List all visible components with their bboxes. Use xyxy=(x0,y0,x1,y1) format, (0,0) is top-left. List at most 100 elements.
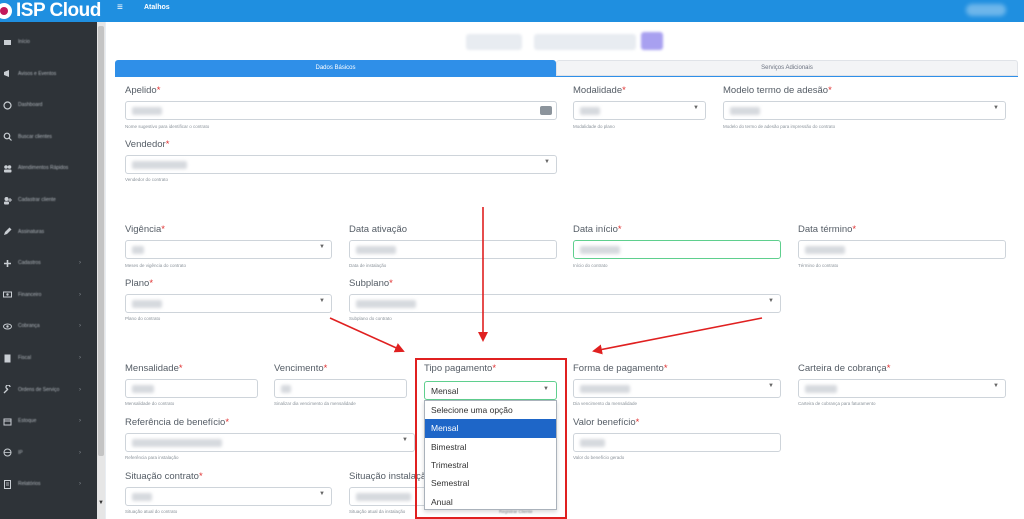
modalidade-select[interactable]: ▼ xyxy=(573,101,706,120)
sidebar-item[interactable]: IP › xyxy=(0,443,97,463)
data-inicio-input[interactable] xyxy=(573,240,781,259)
pencil-icon xyxy=(2,227,12,237)
sidebar-item[interactable]: Cobrança › xyxy=(0,316,97,336)
referencia-beneficio-help: Referência para instalação xyxy=(125,455,179,460)
vigencia-select[interactable]: ▼ xyxy=(125,240,332,259)
data-ativacao-input[interactable] xyxy=(349,240,557,259)
sidebar-item[interactable]: Fiscal › xyxy=(0,348,97,368)
logo-text: ISP Cloud xyxy=(16,0,101,21)
situacao-contrato-help: Situação atual do contrato xyxy=(125,509,178,514)
sidebar-item-label: Fiscal xyxy=(18,355,32,361)
chevron-right-icon: › xyxy=(79,260,81,267)
search-icon xyxy=(2,132,12,142)
plano-label: Plano* xyxy=(125,278,154,289)
sidebar-item-label: Ordens de Serviço xyxy=(18,386,60,393)
dashboard-icon xyxy=(2,37,12,47)
chevron-down-icon: ▼ xyxy=(319,298,325,304)
sidebar-item-label: Avisos e Eventos xyxy=(18,70,57,77)
sidebar-item-label: Assinaturas xyxy=(18,228,45,235)
sidebar-item-label: Estoque xyxy=(18,418,37,425)
referencia-beneficio-label: Referência de benefício* xyxy=(125,417,230,428)
wrench-icon xyxy=(2,385,12,395)
modelo-termo-select[interactable]: ▼ xyxy=(723,101,1006,120)
sidebar-item[interactable]: Estoque › xyxy=(0,411,97,431)
shortcuts-link[interactable]: Atalhos xyxy=(144,4,170,11)
sidebar-item[interactable]: Atendimentos Rápidos xyxy=(0,158,97,178)
sidebar-item[interactable]: Buscar clientes xyxy=(0,127,97,147)
box-icon xyxy=(2,416,12,426)
scroll-down-icon[interactable]: ▼ xyxy=(97,500,105,506)
users-icon xyxy=(2,163,12,173)
chevron-down-icon: ▼ xyxy=(768,383,774,389)
top-bar: ISP Cloud ≡ Atalhos xyxy=(0,0,1024,22)
vencimento-input[interactable] xyxy=(274,379,407,398)
chevron-down-icon: ▼ xyxy=(402,437,408,443)
chevron-down-icon: ▼ xyxy=(544,159,550,165)
keyboard-icon[interactable] xyxy=(540,106,552,115)
forma-pagamento-select[interactable]: ▼ xyxy=(573,379,781,398)
search-button[interactable] xyxy=(641,32,663,50)
referencia-beneficio-select[interactable]: ▼ xyxy=(125,433,415,452)
tab-dados-basicos[interactable]: Dados Básicos xyxy=(115,60,556,76)
sidebar-item[interactable]: Cadastros › xyxy=(0,253,97,273)
plus-icon xyxy=(2,258,12,268)
vendedor-help: Vendedor do contrato xyxy=(125,177,169,182)
vencimento-help: Sinalizar dia vencimento da mensalidade xyxy=(274,401,356,406)
sidebar-item[interactable]: Dashboard xyxy=(0,95,97,115)
plano-help: Plano do contrato xyxy=(125,316,161,321)
vendedor-label: Vendedor* xyxy=(125,139,170,150)
annotation-highlight-box xyxy=(415,358,567,519)
sidebar-item[interactable]: Cadastrar cliente xyxy=(0,190,97,210)
sidebar: Início Avisos e Eventos Dashboard Buscar cl… xyxy=(0,22,97,519)
sidebar-item-label: IP xyxy=(18,449,23,456)
sidebar-item[interactable]: Financeiro › xyxy=(0,285,97,305)
file-icon xyxy=(2,353,12,363)
data-ativacao-label: Data ativação xyxy=(349,224,408,235)
sidebar-scroll-thumb[interactable] xyxy=(98,26,104,456)
sidebar-item-label: Dashboard xyxy=(18,102,43,109)
globe-icon xyxy=(2,448,12,458)
valor-beneficio-label: Valor benefício* xyxy=(573,417,640,428)
sidebar-item-label: Relatórios xyxy=(18,481,41,488)
situacao-contrato-select[interactable]: ▼ xyxy=(125,487,332,506)
carteira-cobranca-select[interactable]: ▼ xyxy=(798,379,1006,398)
chevron-down-icon: ▼ xyxy=(319,244,325,250)
tab-servicos-adicionais[interactable]: Serviços Adicionais xyxy=(556,60,1018,76)
sidebar-item-label: Financeiro xyxy=(18,291,42,298)
data-termino-input[interactable] xyxy=(798,240,1006,259)
sidebar-item[interactable]: Relatórios › xyxy=(0,474,97,494)
sidebar-item[interactable]: Ordens de Serviço › xyxy=(0,380,97,400)
mensalidade-label: Mensalidade* xyxy=(125,363,183,374)
subplano-select[interactable]: ▼ xyxy=(349,294,781,313)
plano-select[interactable]: ▼ xyxy=(125,294,332,313)
filter-field[interactable] xyxy=(466,34,522,50)
chevron-right-icon: › xyxy=(79,418,81,425)
user-menu[interactable] xyxy=(966,4,1006,16)
mensalidade-input[interactable] xyxy=(125,379,258,398)
modelo-termo-help: Modelo do termo de adesão para impressão… xyxy=(723,124,836,129)
chevron-right-icon: › xyxy=(79,386,81,393)
valor-beneficio-input[interactable] xyxy=(573,433,781,452)
menu-toggle-icon[interactable]: ≡ xyxy=(117,2,123,13)
modelo-termo-label: Modelo termo de adesão* xyxy=(723,85,832,96)
eye-icon xyxy=(2,321,12,331)
vendedor-select[interactable]: ▼ xyxy=(125,155,557,174)
sidebar-item-label: Atendimentos Rápidos xyxy=(18,165,69,172)
logo[interactable]: ISP Cloud xyxy=(0,0,101,22)
sidebar-item-label: Cobrança xyxy=(18,323,40,330)
valor-beneficio-help: Valor do benefício gerado xyxy=(573,455,625,460)
logo-icon xyxy=(0,3,12,19)
sidebar-item[interactable]: Início xyxy=(0,32,97,52)
sidebar-item[interactable]: Assinaturas xyxy=(0,222,97,242)
modalidade-label: Modalidade* xyxy=(573,85,626,96)
mensalidade-help: Mensalidade do contrato xyxy=(125,401,175,406)
chevron-down-icon: ▼ xyxy=(768,298,774,304)
modalidade-help: Modalidade do plano xyxy=(573,124,615,129)
sidebar-item-label: Início xyxy=(18,39,30,45)
sidebar-item[interactable]: Avisos e Eventos xyxy=(0,64,97,84)
data-ativacao-help: Data de instalação xyxy=(349,263,387,268)
apelido-input[interactable] xyxy=(125,101,557,120)
data-termino-help: Término do contrato xyxy=(798,263,839,268)
search-input[interactable] xyxy=(534,34,636,50)
sidebar-item-label: Buscar clientes xyxy=(18,133,52,140)
